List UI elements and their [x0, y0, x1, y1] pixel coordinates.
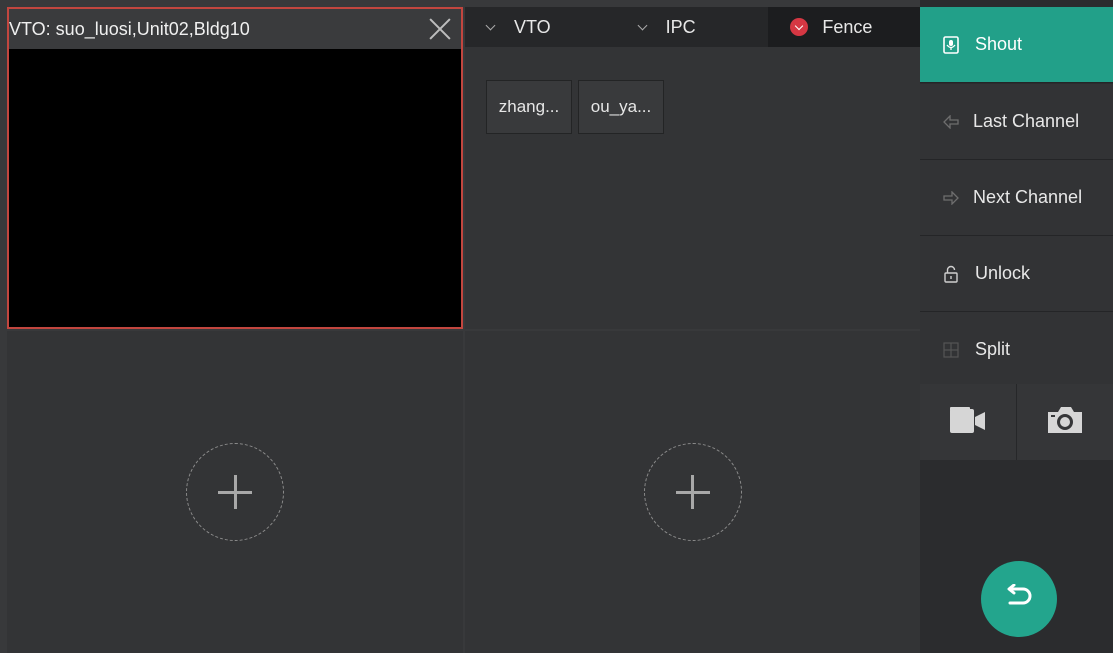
microphone-icon	[941, 35, 961, 55]
tab-ipc[interactable]: IPC	[617, 7, 769, 47]
video-camera-icon	[948, 405, 988, 440]
device-type-tabs: VTO IPC Fence	[465, 7, 921, 47]
media-actions	[920, 384, 1113, 460]
device-item[interactable]: ou_ya...	[578, 80, 664, 134]
device-item[interactable]: zhang...	[486, 80, 572, 134]
snapshot-button[interactable]	[1017, 384, 1113, 460]
back-button[interactable]	[981, 561, 1057, 637]
device-list-cell: VTO IPC Fence zhang... ou_ya...	[465, 7, 921, 329]
shout-button[interactable]: Shout	[920, 7, 1113, 83]
video-cell-titlebar: VTO: suo_luosi,Unit02,Bldg10	[9, 9, 461, 49]
video-grid: VTO: suo_luosi,Unit02,Bldg10 VTO IPC Fen…	[0, 0, 921, 653]
grid-icon	[941, 340, 961, 360]
shout-label: Shout	[975, 34, 1023, 54]
device-list: zhang... ou_ya...	[486, 80, 664, 134]
empty-video-cell	[465, 331, 920, 653]
record-button[interactable]	[920, 384, 1017, 460]
camera-icon	[1045, 404, 1085, 441]
next-channel-button[interactable]: Next Channel	[920, 160, 1113, 236]
tab-label: VTO	[514, 16, 551, 37]
channel-title: VTO: suo_luosi,Unit02,Bldg10	[9, 18, 250, 39]
unlock-button[interactable]: Unlock	[920, 236, 1113, 312]
next-channel-label: Next Channel	[973, 187, 1083, 207]
last-channel-label: Last Channel	[973, 111, 1080, 131]
close-icon[interactable]	[429, 18, 451, 40]
chevron-down-icon	[637, 20, 648, 30]
arrow-left-icon	[941, 112, 961, 132]
add-channel-button[interactable]	[186, 443, 284, 541]
tab-label: Fence	[822, 16, 873, 37]
control-panel: Shout Last Channel Next Channel Unlock S…	[920, 0, 1113, 653]
lock-icon	[941, 264, 961, 284]
add-channel-button[interactable]	[643, 443, 742, 541]
tab-fence[interactable]: Fence	[768, 7, 921, 47]
chevron-down-icon	[485, 20, 496, 30]
empty-video-cell	[7, 331, 463, 653]
return-icon	[1004, 583, 1034, 615]
last-channel-button[interactable]: Last Channel	[920, 84, 1113, 160]
split-button[interactable]: Split	[920, 312, 1113, 388]
unlock-label: Unlock	[975, 263, 1031, 283]
video-cell-active[interactable]: VTO: suo_luosi,Unit02,Bldg10	[7, 7, 463, 329]
split-label: Split	[975, 339, 1011, 359]
chevron-down-circle-icon	[790, 18, 809, 36]
arrow-right-icon	[941, 188, 961, 208]
tab-label: IPC	[665, 16, 696, 37]
tab-vto[interactable]: VTO	[465, 7, 617, 47]
